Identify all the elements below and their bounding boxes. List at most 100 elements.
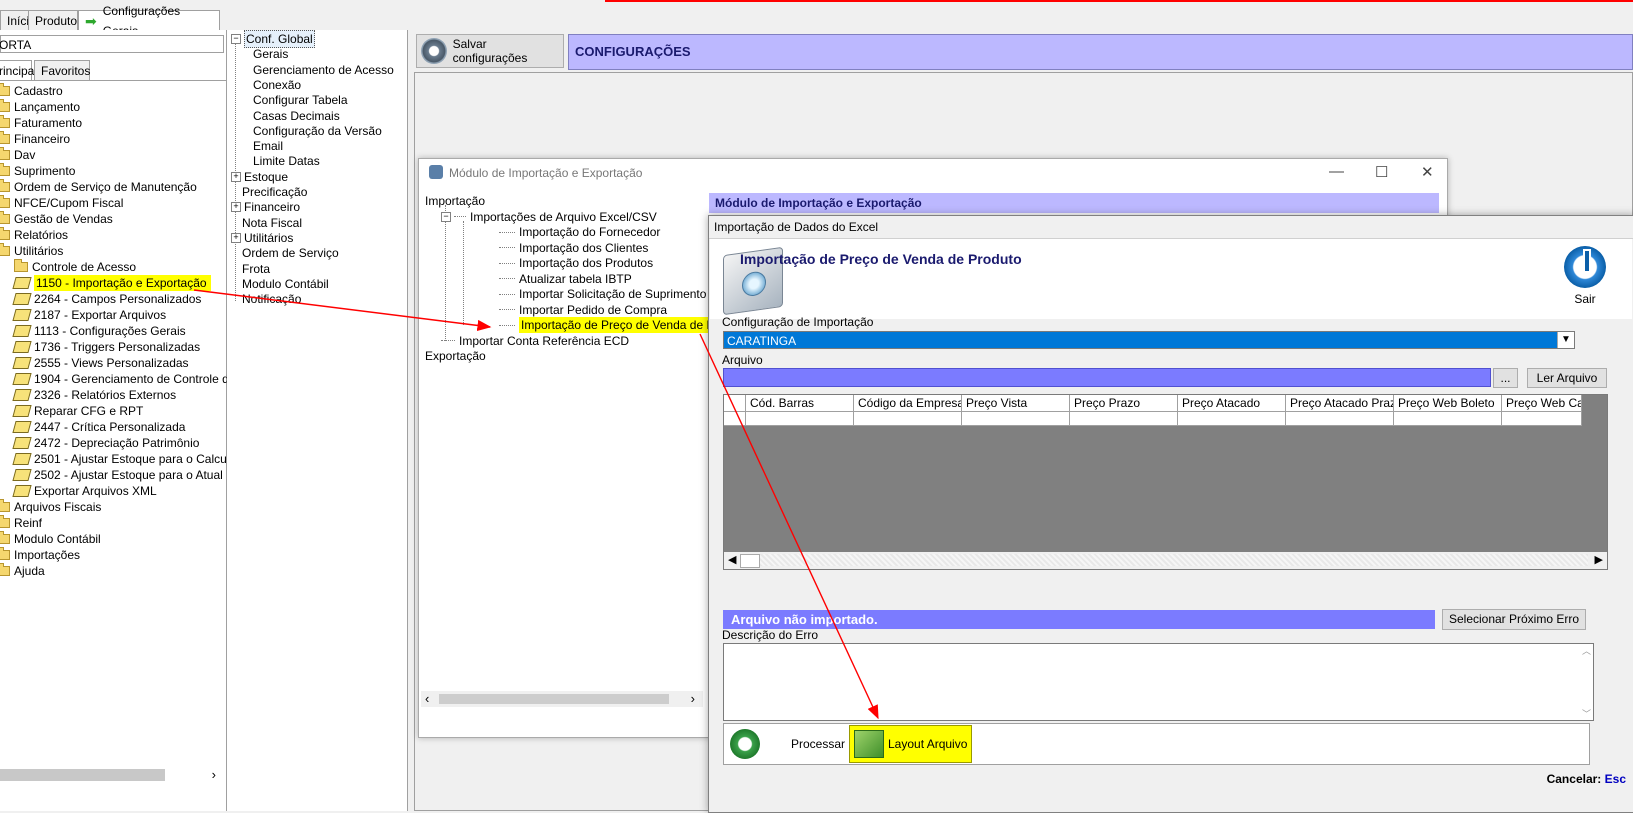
sidebar-item[interactable]: Financeiro: [0, 131, 70, 147]
config-tree-item[interactable]: − Conf. Global: [231, 30, 315, 48]
scroll-down-icon[interactable]: ﹀: [1582, 707, 1591, 720]
table-cell[interactable]: [746, 412, 854, 426]
table-cell[interactable]: [1286, 412, 1394, 426]
sidebar-item[interactable]: 1736 - Triggers Personalizadas: [12, 339, 200, 355]
config-tree-item[interactable]: Configurar Tabela: [253, 92, 348, 108]
process-button[interactable]: Processar: [725, 725, 849, 763]
sidebar-item[interactable]: 2472 - Depreciação Patrimônio: [12, 435, 199, 451]
column-header[interactable]: [724, 395, 746, 412]
expand-icon[interactable]: +: [231, 202, 241, 213]
import-tree-item[interactable]: Importar Solicitação de Suprimento: [499, 286, 706, 302]
config-tree-item[interactable]: Limite Datas: [253, 153, 320, 169]
chevron-right-icon[interactable]: ›: [212, 767, 216, 782]
sidebar-item[interactable]: Reinf: [0, 515, 42, 531]
column-header[interactable]: Preço Web Boleto: [1394, 395, 1502, 412]
tab-produto[interactable]: Produto: [28, 10, 78, 30]
tab-principal[interactable]: Principal: [0, 60, 37, 80]
chevron-left-icon[interactable]: ◀: [728, 553, 736, 566]
expand-icon[interactable]: +: [231, 171, 241, 182]
chevron-left-icon[interactable]: ‹: [425, 691, 429, 706]
import-tree-item[interactable]: Exportação: [425, 348, 486, 364]
column-header[interactable]: Código da Empresa: [854, 395, 962, 412]
sidebar-item[interactable]: 1904 - Gerenciamento de Controle de C: [12, 371, 247, 387]
sidebar-item[interactable]: 2501 - Ajustar Estoque para o Calculado: [12, 451, 249, 467]
read-file-button[interactable]: Ler Arquivo: [1527, 368, 1607, 388]
table-cell[interactable]: [1070, 412, 1178, 426]
sidebar-item[interactable]: 2326 - Relatórios Externos: [12, 387, 176, 403]
error-description-field[interactable]: ︿ ﹀: [723, 643, 1594, 721]
sidebar-item[interactable]: Cadastro: [0, 83, 63, 99]
table-cell[interactable]: [962, 412, 1070, 426]
expand-icon[interactable]: +: [231, 232, 241, 243]
sidebar-item[interactable]: Utilitários: [0, 243, 63, 259]
grid-horizontal-scrollbar[interactable]: ◀ ▶: [724, 552, 1607, 569]
module-window-titlebar[interactable]: Módulo de Importação e Exportação — ☐ ✕: [419, 159, 1447, 187]
left-horizontal-scrollbar[interactable]: ›: [0, 767, 222, 783]
config-tree-item[interactable]: Frota: [231, 261, 270, 277]
file-input[interactable]: [723, 368, 1491, 387]
sidebar-item[interactable]: 1150 - Importação e Exportação: [12, 275, 211, 291]
scrollbar-track[interactable]: [760, 554, 1588, 566]
config-tree-item[interactable]: Conexão: [253, 77, 301, 93]
dialog-titlebar[interactable]: Importação de Dados do Excel: [709, 216, 1633, 239]
sidebar-item[interactable]: 2502 - Ajustar Estoque para o Atual: [12, 467, 223, 483]
layout-file-button[interactable]: Layout Arquivo: [849, 725, 972, 763]
scrollbar-thumb[interactable]: [439, 694, 669, 704]
sidebar-item[interactable]: Suprimento: [0, 163, 75, 179]
column-header[interactable]: Preço Prazo: [1070, 395, 1178, 412]
sidebar-item[interactable]: Arquivos Fiscais: [0, 499, 101, 515]
sidebar-item[interactable]: Exportar Arquivos XML: [12, 483, 157, 499]
config-tree-item[interactable]: Ordem de Serviço: [231, 245, 339, 261]
column-header[interactable]: Cód. Barras: [746, 395, 854, 412]
sidebar-item[interactable]: Gestão de Vendas: [0, 211, 113, 227]
config-tree-item[interactable]: Configuração da Versão: [253, 123, 382, 139]
tab-favoritos[interactable]: Favoritos: [34, 60, 90, 80]
sidebar-item[interactable]: 2187 - Exportar Arquivos: [12, 307, 166, 323]
collapse-icon[interactable]: −: [441, 211, 451, 222]
config-tree-item[interactable]: + Estoque: [231, 169, 288, 185]
column-header[interactable]: Preço Atacado: [1178, 395, 1286, 412]
exit-button[interactable]: Sair: [1555, 246, 1615, 316]
import-tree-item[interactable]: Importação do Fornecedor: [499, 224, 660, 240]
maximize-icon[interactable]: ☐: [1375, 163, 1388, 181]
sidebar-item[interactable]: Ajuda: [0, 563, 45, 579]
table-cell[interactable]: [1178, 412, 1286, 426]
import-tree-item[interactable]: Importação dos Clientes: [499, 240, 648, 256]
import-tree-item[interactable]: Importação dos Produtos: [499, 255, 653, 271]
sidebar-item[interactable]: Controle de Acesso: [14, 259, 136, 275]
sidebar-item[interactable]: Reparar CFG e RPT: [12, 403, 143, 419]
table-cell[interactable]: [1394, 412, 1502, 426]
config-tree-item[interactable]: Modulo Contábil: [231, 276, 329, 292]
data-grid[interactable]: Cód. Barras Código da Empresa Preço Vista P…: [723, 394, 1608, 570]
import-tree-item[interactable]: − Importações de Arquivo Excel/CSV: [441, 209, 657, 225]
table-cell[interactable]: [1502, 412, 1582, 426]
browse-button[interactable]: ...: [1493, 368, 1518, 388]
save-settings-button[interactable]: Salvar configurações: [416, 34, 564, 68]
import-tree-item[interactable]: Importação: [425, 193, 485, 209]
table-row[interactable]: [724, 412, 1582, 426]
chevron-right-icon[interactable]: ▶: [1595, 553, 1603, 566]
sidebar-item[interactable]: 2264 - Campos Personalizados: [12, 291, 201, 307]
table-cell[interactable]: [854, 412, 962, 426]
scrollbar-thumb[interactable]: [0, 769, 165, 781]
sidebar-item[interactable]: Ordem de Serviço de Manutenção: [0, 179, 197, 195]
import-tree-item[interactable]: Atualizar tabela IBTP: [499, 271, 632, 287]
config-tree-item[interactable]: Notificação: [231, 291, 301, 307]
config-tree-item[interactable]: Email: [253, 138, 283, 154]
sidebar-item[interactable]: 2555 - Views Personalizadas: [12, 355, 189, 371]
config-tree-item[interactable]: + Utilitários: [231, 230, 293, 246]
sidebar-item[interactable]: 2447 - Crítica Personalizada: [12, 419, 185, 435]
config-tree-item[interactable]: + Financeiro: [231, 199, 300, 215]
scrollbar-thumb[interactable]: [740, 554, 760, 568]
sidebar-item[interactable]: Lançamento: [0, 99, 80, 115]
table-cell[interactable]: [724, 412, 746, 426]
import-tree-item[interactable]: Importar Conta Referência ECD: [441, 333, 629, 349]
sidebar-item[interactable]: Relatórios: [0, 227, 68, 243]
tab-configuracoes-gerais[interactable]: ➡ Configurações Gerais: [78, 4, 220, 38]
sidebar-item[interactable]: NFCE/Cupom Fiscal: [0, 195, 123, 211]
config-tree-item[interactable]: Nota Fiscal: [231, 215, 302, 231]
collapse-icon[interactable]: −: [231, 34, 241, 44]
next-error-button[interactable]: Selecionar Próximo Erro: [1442, 609, 1586, 630]
search-input[interactable]: ORTA: [0, 35, 224, 53]
config-tree-item[interactable]: Gerenciamento de Acesso: [253, 62, 394, 78]
